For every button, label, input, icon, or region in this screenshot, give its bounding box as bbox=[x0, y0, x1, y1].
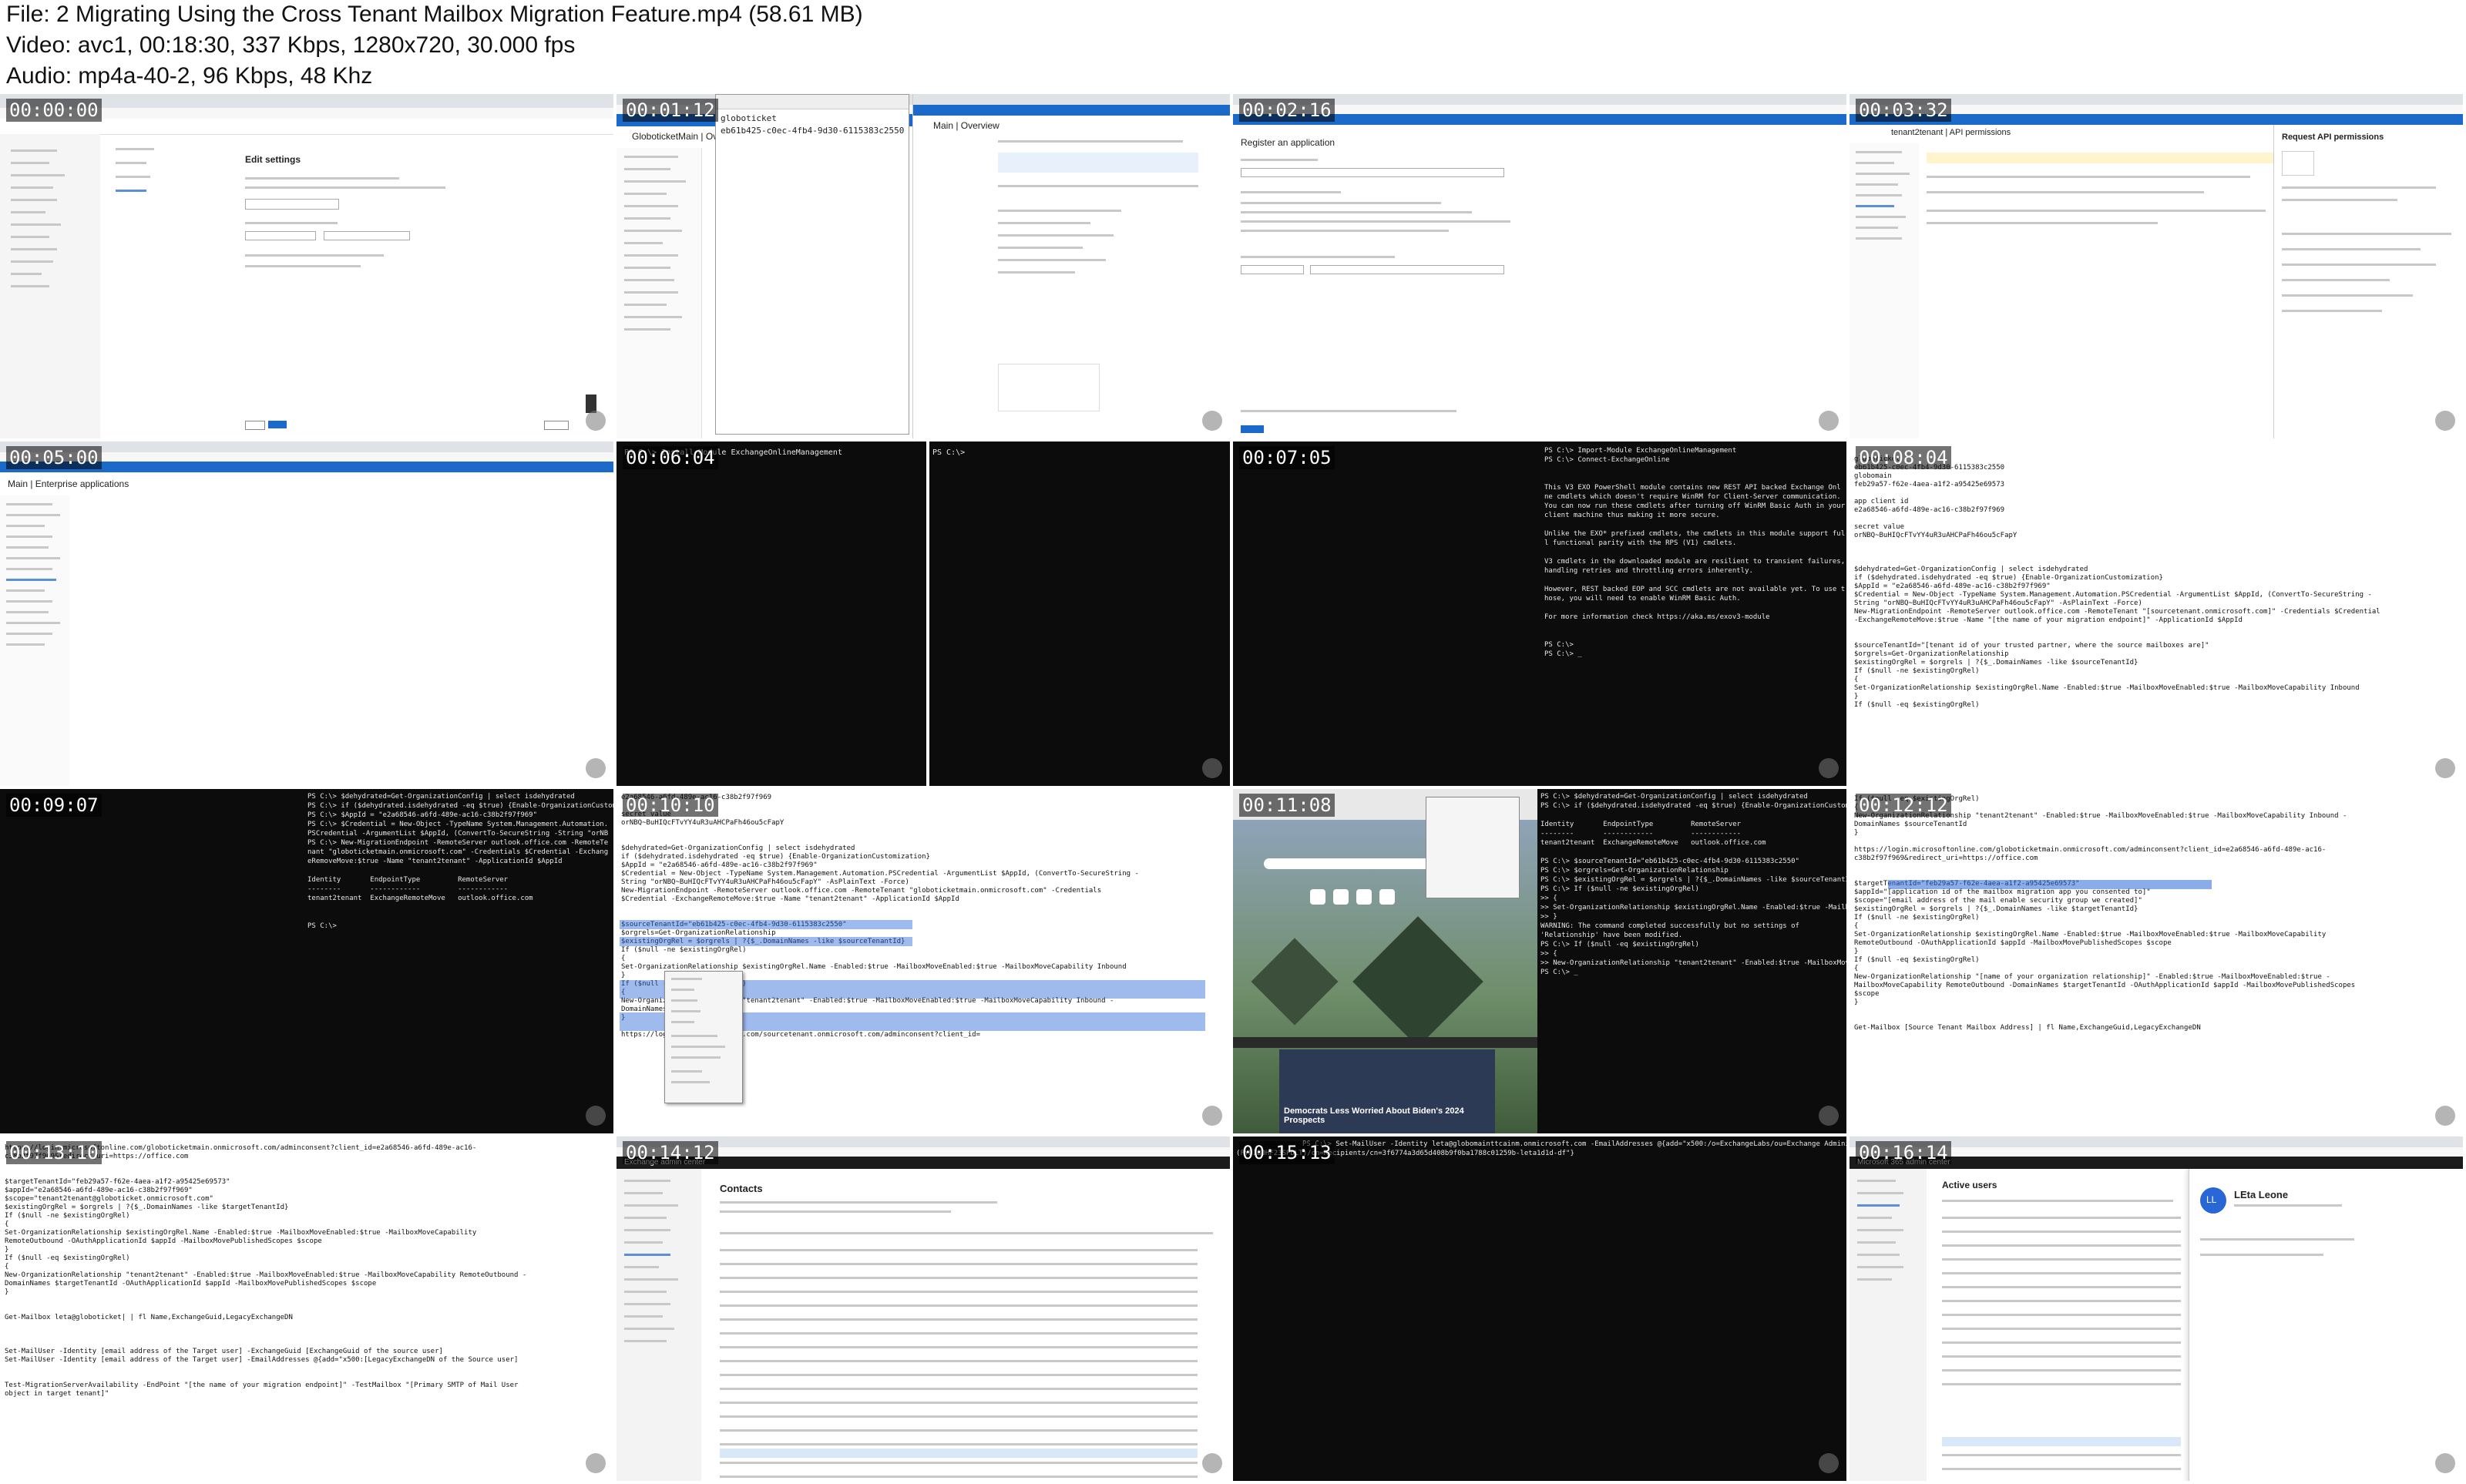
thumbnail-15[interactable]: 00:15:13 PS C:\> Set-MailUser -Identity … bbox=[1233, 1137, 1850, 1484]
play-icon[interactable] bbox=[586, 1106, 606, 1126]
play-icon[interactable] bbox=[1819, 1106, 1839, 1126]
thumbnail-1[interactable]: 00:00:00 Edit settings bbox=[0, 94, 616, 442]
timestamp: 00:11:08 bbox=[1239, 794, 1335, 817]
timestamp: 00:16:14 bbox=[1856, 1141, 1951, 1164]
notepad-title: globoticket bbox=[721, 113, 777, 123]
timestamp: 00:15:13 bbox=[1239, 1141, 1335, 1164]
breadcrumb: tenant2tenant | API permissions bbox=[1891, 128, 2011, 137]
overview-title: Main | Overview bbox=[933, 120, 1000, 131]
context-menu[interactable] bbox=[664, 971, 743, 1103]
video-info-line: Video: avc1, 00:18:30, 337 Kbps, 1280x72… bbox=[6, 32, 576, 58]
thumbnail-8[interactable]: 00:08:04 globoticket eb61b425-c0ec-4fb4-… bbox=[1850, 442, 2466, 789]
play-icon[interactable] bbox=[586, 1453, 606, 1473]
notepad-id: eb61b425-c0ec-4fb4-9d30-6115383c2550 bbox=[721, 126, 905, 136]
play-icon[interactable] bbox=[1202, 1453, 1222, 1473]
panel-title: Request API permissions bbox=[2282, 133, 2384, 142]
timestamp: 00:03:32 bbox=[1856, 99, 1951, 122]
notepad-text: If ($null -eq $existingOrgRel) { New-Org… bbox=[1854, 795, 2356, 1032]
terminal-prompt: PS C:\> bbox=[932, 448, 966, 457]
page-title: Edit settings bbox=[245, 154, 301, 165]
timestamp: 00:00:00 bbox=[6, 99, 102, 122]
page-title: Main | Enterprise applications bbox=[8, 478, 129, 489]
thumbnail-12[interactable]: 00:12:12 If ($null -eq $existingOrgRel) … bbox=[1850, 789, 2466, 1137]
play-icon[interactable] bbox=[1819, 1453, 1839, 1473]
play-icon[interactable] bbox=[2435, 758, 2455, 778]
terminal-text: PS C:\> $dehydrated=Get-OrganizationConf… bbox=[307, 793, 616, 930]
news-headline: Democrats Less Worried About Biden's 202… bbox=[1284, 1106, 1464, 1125]
thumbnail-10[interactable]: 00:10:10 e2a68546-a6fd-489e-ac16-c38b2f9… bbox=[616, 789, 1233, 1137]
thumbnail-6[interactable]: 00:06:04 PS C:\> Install-Module Exchange… bbox=[616, 442, 1233, 789]
user-name: LEta Leone bbox=[2234, 1189, 2289, 1200]
timestamp: 00:05:00 bbox=[6, 446, 102, 469]
timestamp: 00:01:12 bbox=[623, 99, 718, 122]
thumbnail-3[interactable]: 00:02:16 Register an application bbox=[1233, 94, 1850, 442]
timestamp: 00:09:07 bbox=[6, 794, 102, 817]
audio-info-line: Audio: mp4a-40-2, 96 Kbps, 48 Khz bbox=[6, 63, 373, 89]
notepad-text: globoticket eb61b425-c0ec-4fb4-9d30-6115… bbox=[1854, 455, 2380, 709]
play-icon[interactable] bbox=[2435, 1106, 2455, 1126]
timestamp: 00:02:16 bbox=[1239, 99, 1335, 122]
play-icon[interactable] bbox=[2435, 411, 2455, 431]
play-icon[interactable] bbox=[1819, 411, 1839, 431]
thumbnail-9[interactable]: 00:09:07 PS C:\> $dehydrated=Get-Organiz… bbox=[0, 789, 616, 1137]
page-title: Contacts bbox=[720, 1183, 763, 1194]
timestamp: 00:14:12 bbox=[623, 1141, 718, 1164]
thumbnail-13[interactable]: 00:13:10 https://login.microsoftonline.c… bbox=[0, 1137, 616, 1484]
thumbnail-4[interactable]: 00:03:32 tenant2tenant | API permissions… bbox=[1850, 94, 2466, 442]
file-name-line: File: 2 Migrating Using the Cross Tenant… bbox=[6, 2, 863, 27]
terminal-text: PS C:\> Import-Module ExchangeOnlineMana… bbox=[1544, 447, 1846, 658]
app-name: GloboticketMain | Ov bbox=[632, 131, 718, 142]
terminal-line-1: PS C:\> Set-MailUser -Identity leta@glob… bbox=[1302, 1140, 1850, 1148]
play-icon[interactable] bbox=[586, 758, 606, 778]
notepad-text: https://login.microsoftonline.com/globot… bbox=[5, 1144, 527, 1398]
page-title: Register an application bbox=[1241, 137, 1335, 148]
timestamp: 00:12:12 bbox=[1856, 794, 1951, 817]
thumbnail-11[interactable]: 00:11:08 Democrats Less Worried About Bi… bbox=[1233, 789, 1850, 1137]
timestamp: 00:10:10 bbox=[623, 794, 718, 817]
avatar: LL bbox=[2206, 1194, 2217, 1205]
timestamp: 00:06:04 bbox=[623, 446, 718, 469]
thumbnail-16[interactable]: 00:16:14 Microsoft 365 admin center Acti… bbox=[1850, 1137, 2466, 1484]
play-icon[interactable] bbox=[1202, 758, 1222, 778]
timestamp: 00:13:10 bbox=[6, 1141, 102, 1164]
thumbnail-2[interactable]: 00:01:12 GloboticketMain | Ov globoticke… bbox=[616, 94, 1233, 442]
thumbnail-7[interactable]: 00:07:05 PS C:\> Import-Module ExchangeO… bbox=[1233, 442, 1850, 789]
file-info-header: File: 2 Migrating Using the Cross Tenant… bbox=[0, 0, 2466, 92]
thumbnail-grid: 00:00:00 Edit settings 00:01:12 Globotic… bbox=[0, 94, 2466, 1484]
play-icon[interactable] bbox=[1819, 758, 1839, 778]
thumbnail-14[interactable]: 00:14:12 Exchange admin center Contacts bbox=[616, 1137, 1233, 1484]
play-icon[interactable] bbox=[2435, 1453, 2455, 1473]
page-title: Active users bbox=[1942, 1180, 1997, 1190]
play-icon[interactable] bbox=[586, 411, 606, 431]
play-icon[interactable] bbox=[1202, 1106, 1222, 1126]
timestamp: 00:08:04 bbox=[1856, 446, 1951, 469]
timestamp: 00:07:05 bbox=[1239, 446, 1335, 469]
terminal-text: PS C:\> $dehydrated=Get-OrganizationConf… bbox=[1540, 793, 1850, 976]
play-icon[interactable] bbox=[1202, 411, 1222, 431]
thumbnail-5[interactable]: 00:05:00 Main | Enterprise applications bbox=[0, 442, 616, 789]
